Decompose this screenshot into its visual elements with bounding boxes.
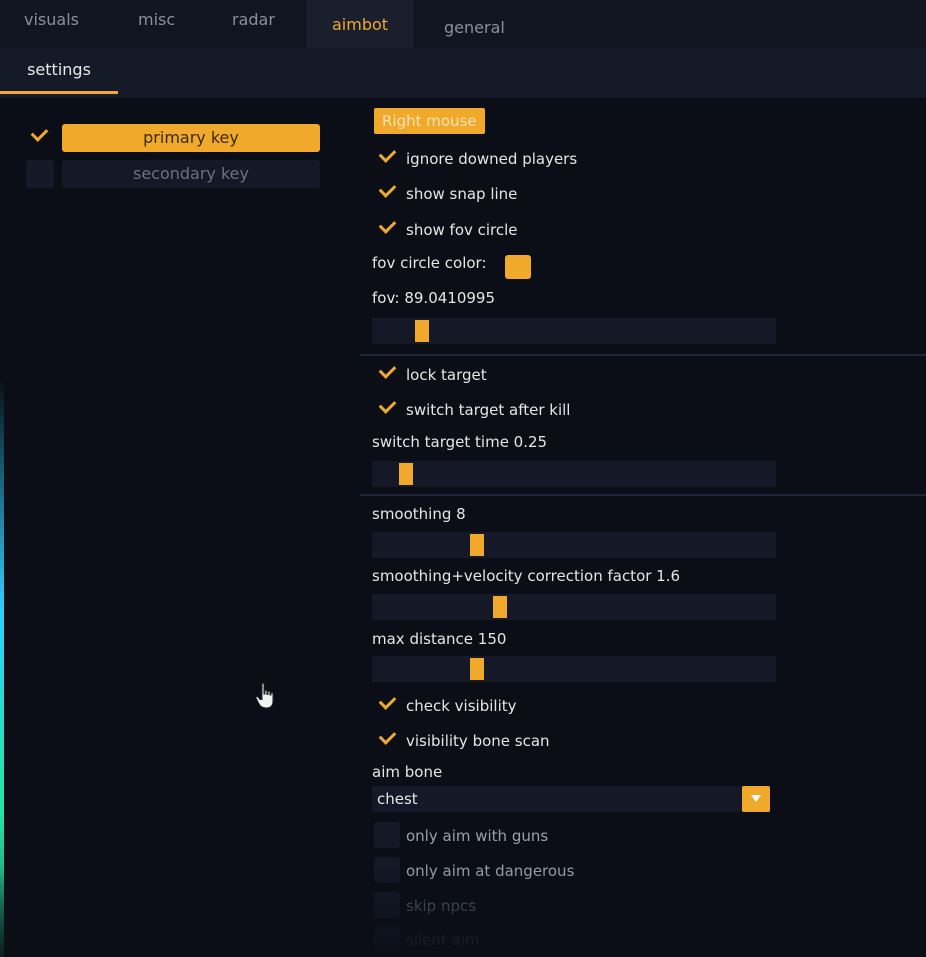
skip-npcs-label: skip npcs bbox=[406, 897, 477, 915]
max-distance-label: max distance 150 bbox=[372, 630, 507, 648]
smoothing-label: smoothing 8 bbox=[372, 505, 466, 523]
smoothing-velocity-slider[interactable] bbox=[372, 594, 776, 620]
switch-time-slider-handle[interactable] bbox=[399, 463, 413, 485]
switch-time-slider[interactable] bbox=[372, 461, 776, 487]
ignore-downed-label: ignore downed players bbox=[406, 150, 578, 168]
smoothing-slider[interactable] bbox=[372, 532, 776, 558]
tab-general[interactable]: general bbox=[444, 0, 505, 48]
primary-key-button[interactable]: primary key bbox=[62, 124, 320, 152]
only-aim-guns-checkbox[interactable] bbox=[374, 822, 400, 848]
switch-after-kill-label: switch target after kill bbox=[406, 401, 571, 419]
ignore-downed-checkbox[interactable] bbox=[374, 145, 400, 171]
smoothing-slider-handle[interactable] bbox=[470, 534, 484, 556]
lock-target-label: lock target bbox=[406, 366, 487, 384]
smoothing-velocity-label: smoothing+velocity correction factor 1.6 bbox=[372, 567, 681, 585]
tab-aimbot[interactable]: aimbot bbox=[306, 0, 415, 48]
tab-radar[interactable]: radar bbox=[232, 0, 275, 48]
switch-after-kill-checkbox[interactable] bbox=[374, 396, 400, 422]
fov-circle-color-swatch[interactable] bbox=[505, 255, 531, 279]
subtab-settings[interactable]: settings bbox=[0, 48, 118, 94]
tab-visuals[interactable]: visuals bbox=[24, 0, 79, 48]
visibility-bone-scan-checkbox[interactable] bbox=[374, 727, 400, 753]
rainbow-left-border bbox=[0, 380, 4, 957]
silent-aim-label: silent aim bbox=[406, 931, 480, 949]
aimbot-settings-panel: Right mouse ignore downed players show s… bbox=[360, 100, 926, 957]
max-distance-slider[interactable] bbox=[372, 656, 776, 682]
chevron-down-icon[interactable] bbox=[742, 786, 770, 812]
fov-slider-handle[interactable] bbox=[415, 320, 429, 342]
only-aim-guns-label: only aim with guns bbox=[406, 827, 549, 845]
keybind-button[interactable]: Right mouse bbox=[374, 108, 485, 134]
silent-aim-checkbox[interactable] bbox=[374, 926, 400, 952]
switch-time-label: switch target time 0.25 bbox=[372, 433, 548, 451]
fov-slider[interactable] bbox=[372, 318, 776, 344]
sub-tab-bar: settings bbox=[0, 48, 926, 98]
divider-2 bbox=[360, 494, 926, 496]
check-visibility-checkbox[interactable] bbox=[374, 692, 400, 718]
skip-npcs-checkbox[interactable] bbox=[374, 892, 400, 918]
check-visibility-label: check visibility bbox=[406, 697, 517, 715]
max-distance-slider-handle[interactable] bbox=[470, 658, 484, 680]
smoothing-velocity-slider-handle[interactable] bbox=[493, 596, 507, 618]
show-fov-circle-label: show fov circle bbox=[406, 221, 518, 239]
aim-bone-dropdown[interactable]: chest bbox=[372, 786, 770, 812]
primary-key-checkbox[interactable] bbox=[26, 124, 54, 152]
show-fov-circle-checkbox[interactable] bbox=[374, 216, 400, 242]
divider-1 bbox=[360, 354, 926, 356]
aim-bone-label: aim bone bbox=[372, 763, 443, 781]
secondary-key-button[interactable]: secondary key bbox=[62, 160, 320, 188]
secondary-key-checkbox[interactable] bbox=[26, 160, 54, 188]
only-aim-dangerous-label: only aim at dangerous bbox=[406, 862, 575, 880]
tab-misc[interactable]: misc bbox=[138, 0, 175, 48]
show-snap-line-label: show snap line bbox=[406, 185, 518, 203]
fov-label: fov: 89.0410995 bbox=[372, 289, 495, 307]
aim-bone-value: chest bbox=[377, 790, 418, 808]
hand-cursor-icon bbox=[255, 682, 274, 709]
lock-target-checkbox[interactable] bbox=[374, 361, 400, 387]
visibility-bone-scan-label: visibility bone scan bbox=[406, 732, 550, 750]
only-aim-dangerous-checkbox[interactable] bbox=[374, 857, 400, 883]
fov-circle-color-label: fov circle color: bbox=[372, 254, 487, 272]
show-snap-line-checkbox[interactable] bbox=[374, 180, 400, 206]
top-tab-bar: visuals misc radar aimbot general bbox=[0, 0, 926, 48]
